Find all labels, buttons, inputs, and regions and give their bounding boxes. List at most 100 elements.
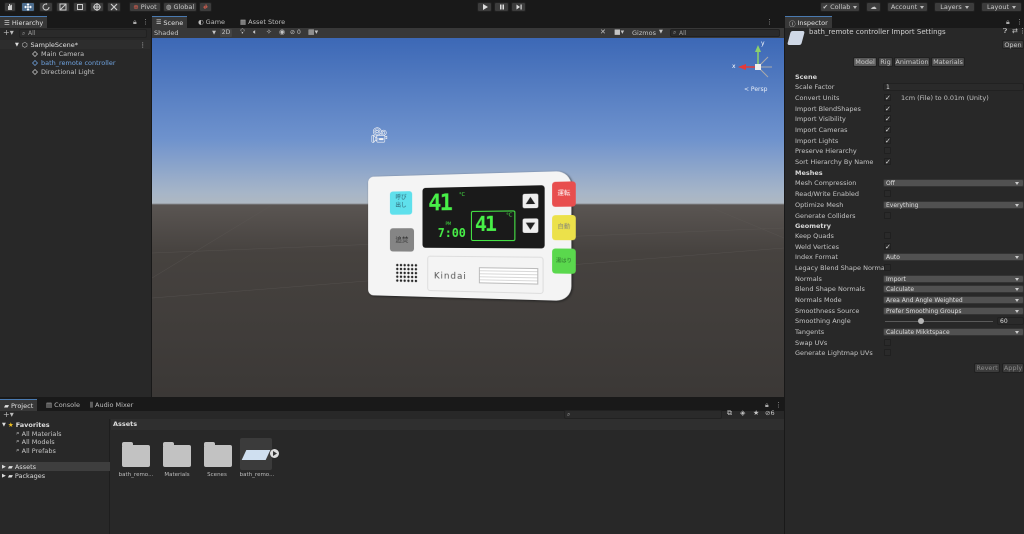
tab-rig[interactable]: Rig: [878, 57, 893, 67]
favorite-star-icon[interactable]: ★: [753, 409, 759, 417]
weld-vertices-checkbox[interactable]: ✓: [884, 243, 891, 250]
tab-materials[interactable]: Materials: [931, 57, 965, 67]
menu-dots-icon[interactable]: ⋮: [142, 18, 148, 26]
pause-button[interactable]: [494, 2, 509, 12]
tab-animation[interactable]: Animation: [894, 57, 930, 67]
collab-dropdown[interactable]: ✔ Collab: [820, 2, 860, 12]
audio-icon[interactable]: 🔈︎: [253, 28, 257, 37]
cloud-button[interactable]: ☁: [866, 2, 881, 12]
menu-dots-icon[interactable]: ⋮: [1019, 27, 1024, 35]
hierarchy-item-directional-light[interactable]: Directional Light: [0, 67, 150, 76]
revert-button[interactable]: Revert: [974, 363, 1000, 373]
persp-label[interactable]: < Persp: [744, 86, 767, 93]
import-blendshapes-checkbox[interactable]: ✓: [884, 105, 891, 112]
hidden-packages-toggle[interactable]: ⊘ 6: [765, 409, 775, 417]
move-tool-button[interactable]: [21, 2, 35, 12]
open-button[interactable]: Open: [1002, 40, 1024, 49]
effects-icon[interactable]: ✧: [266, 28, 272, 36]
lighting-icon[interactable]: 💡︎: [240, 28, 245, 37]
mesh-compression-dropdown[interactable]: Off: [883, 179, 1024, 187]
custom-tool-button[interactable]: [107, 2, 121, 12]
assets-folder-row[interactable]: ▶ ▰ Assets: [0, 462, 110, 471]
apply-button[interactable]: Apply: [1002, 363, 1024, 373]
tab-audio-mixer[interactable]: ⫼ Audio Mixer: [86, 399, 137, 411]
favorites-row[interactable]: ▼ ★ Favorites: [0, 420, 110, 429]
import-cameras-checkbox[interactable]: ✓: [884, 126, 891, 133]
rect-tool-button[interactable]: [73, 2, 87, 12]
lock-icon[interactable]: 🔒︎: [1006, 18, 1009, 27]
camera-icon[interactable]: ■▾: [614, 28, 624, 36]
smoothness-source-dropdown[interactable]: Prefer Smoothing Groups: [883, 307, 1024, 315]
tab-scene[interactable]: ☰ Scene: [152, 16, 187, 28]
folder-icon[interactable]: [204, 445, 232, 467]
menu-dots-icon[interactable]: ⋮: [766, 18, 772, 26]
keep-quads-checkbox[interactable]: [884, 232, 891, 239]
expand-asset-button[interactable]: [270, 449, 279, 458]
import-visibility-checkbox[interactable]: ✓: [884, 115, 891, 122]
help-icon[interactable]: ❓︎: [1003, 27, 1007, 36]
lock-icon[interactable]: 🔒︎: [133, 18, 136, 27]
sort-hierarchy-checkbox[interactable]: ✓: [884, 158, 891, 165]
menu-dots-icon[interactable]: ⋮: [1016, 18, 1022, 26]
read-write-checkbox[interactable]: [884, 190, 891, 197]
index-format-dropdown[interactable]: Auto: [883, 253, 1024, 261]
legacy-blend-checkbox[interactable]: [884, 264, 891, 271]
folder-icon[interactable]: [163, 445, 191, 467]
hierarchy-item-main-camera[interactable]: Main Camera: [0, 49, 150, 58]
swap-uvs-checkbox[interactable]: [884, 339, 891, 346]
layout-dropdown[interactable]: Layout: [981, 2, 1022, 12]
play-button[interactable]: [477, 2, 492, 12]
tab-hierarchy[interactable]: ☰ Hierarchy: [0, 16, 47, 28]
scale-tool-button[interactable]: [56, 2, 70, 12]
convert-units-checkbox[interactable]: ✓: [884, 94, 891, 101]
add-button[interactable]: +▾: [3, 28, 14, 37]
favorite-item[interactable]: ⌕ All Models: [0, 437, 110, 446]
create-button[interactable]: +▾: [3, 410, 14, 419]
favorite-item[interactable]: ⌕ All Prefabs: [0, 446, 110, 455]
normals-dropdown[interactable]: Import: [883, 275, 1024, 283]
blend-shape-normals-dropdown[interactable]: Calculate: [883, 285, 1024, 293]
hierarchy-item-bath-remote-controller[interactable]: bath_remote controller: [0, 58, 150, 67]
visibility-icon[interactable]: ◉: [279, 28, 285, 36]
project-search-input[interactable]: ⌕: [564, 410, 722, 419]
hand-tool-button[interactable]: [4, 2, 16, 12]
import-lights-checkbox[interactable]: ✓: [884, 137, 891, 144]
tab-asset-store[interactable]: ▦ Asset Store: [236, 16, 289, 28]
pivot-toggle[interactable]: ⊕ Pivot: [129, 2, 161, 12]
scene-camera-icon[interactable]: 🎥︎: [370, 126, 389, 144]
folder-icon[interactable]: [122, 445, 150, 467]
gizmos-dropdown[interactable]: Gizmos ▼: [632, 29, 663, 37]
account-dropdown[interactable]: Account: [887, 2, 928, 12]
grid-snap-button[interactable]: #: [199, 2, 212, 12]
tab-game[interactable]: ◐ Game: [194, 16, 229, 28]
generate-lightmap-uvs-checkbox[interactable]: [884, 349, 891, 356]
hidden-objects-toggle[interactable]: ⊘ 0: [290, 29, 301, 37]
step-button[interactable]: [511, 2, 526, 12]
transform-tool-button[interactable]: [90, 2, 104, 12]
scene-menu-icon[interactable]: ⋮: [140, 41, 147, 49]
presets-icon[interactable]: ⇄: [1012, 27, 1018, 35]
scene-root-row[interactable]: ▼ ⬡ SampleScene* ⋮: [0, 40, 150, 49]
tangents-dropdown[interactable]: Calculate Mikktspace: [883, 328, 1024, 336]
tab-inspector[interactable]: ⓘ Inspector: [785, 16, 832, 28]
model-asset-thumbnail[interactable]: [240, 438, 272, 470]
scene-viewport[interactable]: 🎥︎ y x < Persp 呼び 出し 追焚 41 °C PM 7:00 41…: [152, 38, 784, 397]
shading-mode-dropdown[interactable]: Shaded ▼: [154, 29, 216, 37]
rotate-tool-button[interactable]: [39, 2, 53, 12]
smoothing-angle-input[interactable]: 60: [997, 317, 1024, 325]
grid-icon[interactable]: ▦▾: [308, 28, 318, 36]
hierarchy-search-input[interactable]: ⌕ All: [19, 29, 147, 38]
tab-model[interactable]: Model: [853, 57, 877, 67]
scale-factor-input[interactable]: 1: [883, 83, 1024, 91]
packages-folder-row[interactable]: ▶ ▰ Packages: [0, 471, 110, 480]
tools-icon[interactable]: ✕: [600, 28, 606, 36]
filter-type-icon[interactable]: ⧉: [727, 409, 732, 418]
filter-label-icon[interactable]: ◈: [740, 409, 745, 417]
optimize-mesh-dropdown[interactable]: Everything: [883, 201, 1024, 209]
global-toggle[interactable]: ◍ Global: [163, 2, 197, 12]
breadcrumb[interactable]: Assets: [111, 419, 784, 430]
generate-colliders-checkbox[interactable]: [884, 212, 891, 219]
2d-toggle[interactable]: 2D: [220, 29, 232, 37]
smoothing-angle-slider-knob[interactable]: [918, 318, 924, 324]
bath-remote-model[interactable]: 呼び 出し 追焚 41 °C PM 7:00 41 °C Kindai 運転 自…: [368, 171, 571, 301]
